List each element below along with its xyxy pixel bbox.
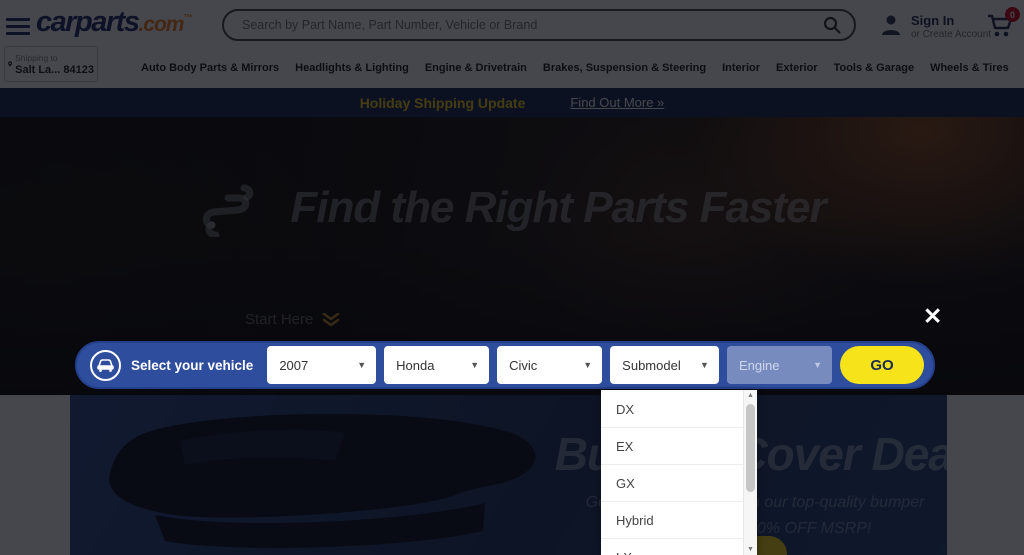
- scroll-down-icon[interactable]: ▼: [744, 546, 757, 553]
- submodel-option[interactable]: EX: [601, 428, 743, 465]
- modal-dim-overlay[interactable]: [0, 0, 1024, 555]
- close-icon[interactable]: ✕: [923, 305, 942, 328]
- engine-value: Engine: [738, 357, 780, 373]
- chevron-down-icon: ▼: [813, 360, 822, 370]
- submodel-options-panel: DXEXGXHybridLX ▲ ▼: [601, 390, 757, 555]
- dropdown-scrollbar[interactable]: ▲ ▼: [743, 390, 757, 555]
- vehicle-selector-bar: Select your vehicle 2007 ▼ Honda ▼ Civic…: [75, 341, 935, 389]
- submodel-option[interactable]: LX: [601, 539, 743, 555]
- submodel-options-list: DXEXGXHybridLX: [601, 391, 743, 555]
- submodel-dropdown[interactable]: Submodel ▼: [610, 346, 719, 384]
- submodel-option[interactable]: GX: [601, 465, 743, 502]
- model-value: Civic: [509, 357, 538, 373]
- model-dropdown[interactable]: Civic ▼: [497, 346, 603, 384]
- car-icon: [90, 349, 121, 381]
- go-button[interactable]: GO: [840, 346, 924, 384]
- submodel-option[interactable]: Hybrid: [601, 502, 743, 539]
- make-dropdown[interactable]: Honda ▼: [384, 346, 490, 384]
- submodel-option[interactable]: DX: [601, 391, 743, 428]
- scroll-up-icon[interactable]: ▲: [744, 392, 757, 399]
- chevron-down-icon: ▼: [700, 360, 709, 370]
- year-dropdown[interactable]: 2007 ▼: [267, 346, 377, 384]
- make-value: Honda: [396, 357, 435, 373]
- engine-dropdown-disabled: Engine ▼: [726, 346, 832, 384]
- chevron-down-icon: ▼: [357, 360, 367, 370]
- chevron-down-icon: ▼: [583, 360, 593, 370]
- year-value: 2007: [279, 357, 309, 373]
- submodel-value: Submodel: [622, 357, 681, 373]
- selector-label: Select your vehicle: [131, 357, 254, 373]
- scrollbar-thumb[interactable]: [746, 404, 755, 492]
- chevron-down-icon: ▼: [470, 360, 480, 370]
